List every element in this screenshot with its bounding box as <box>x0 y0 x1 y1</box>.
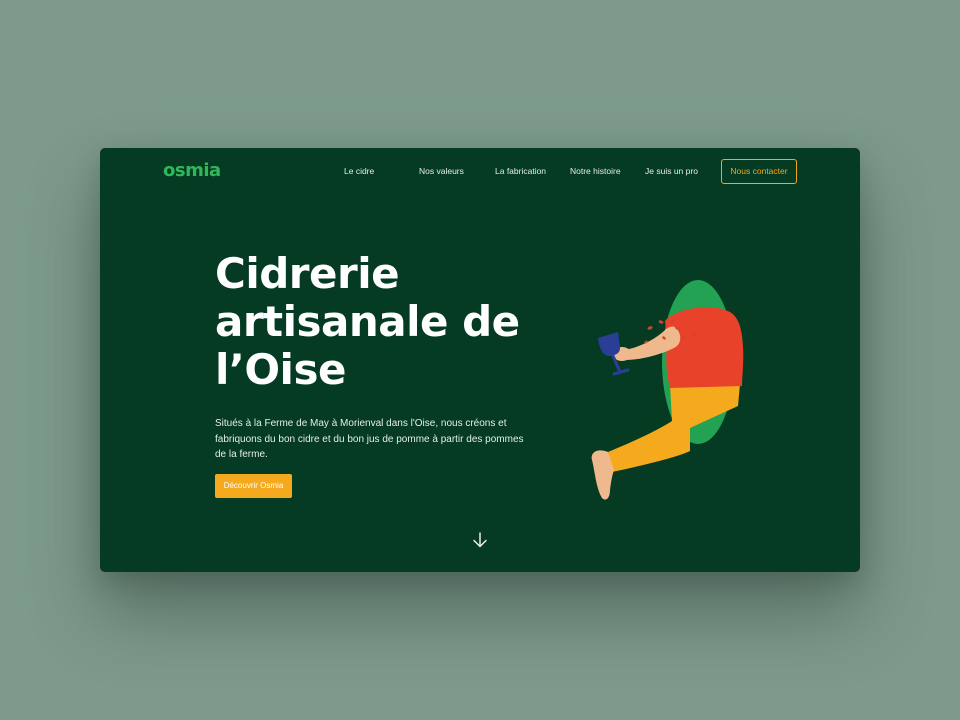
contact-button[interactable]: Nous contacter <box>721 159 797 184</box>
hero-title: Cidrerie artisanale de l’Oise <box>215 249 520 394</box>
cider-glass-shape <box>598 332 620 356</box>
osmia-logo[interactable]: osmia <box>163 160 221 181</box>
nav-notre-histoire[interactable]: Notre histoire <box>570 166 621 176</box>
cider-drop <box>658 320 664 324</box>
arrow-down-icon[interactable] <box>471 531 489 549</box>
nav-le-cidre[interactable]: Le cidre <box>344 166 374 176</box>
pants-shape <box>608 384 740 472</box>
hero-description: Situés à la Ferme de May à Morienval dan… <box>215 418 524 460</box>
nav-je-suis-un-pro[interactable]: Je suis un pro <box>645 166 698 176</box>
shirt-shape <box>665 307 744 388</box>
nav-la-fabrication[interactable]: La fabrication <box>495 166 546 176</box>
site-window: osmia Le cidre Nos valeurs La fabricatio… <box>100 148 860 572</box>
person-drinking-cider-illustration <box>591 280 744 500</box>
cider-drop <box>647 326 653 330</box>
discover-button[interactable]: Découvrir Osmia <box>215 474 292 498</box>
nav-nos-valeurs[interactable]: Nos valeurs <box>419 166 464 176</box>
